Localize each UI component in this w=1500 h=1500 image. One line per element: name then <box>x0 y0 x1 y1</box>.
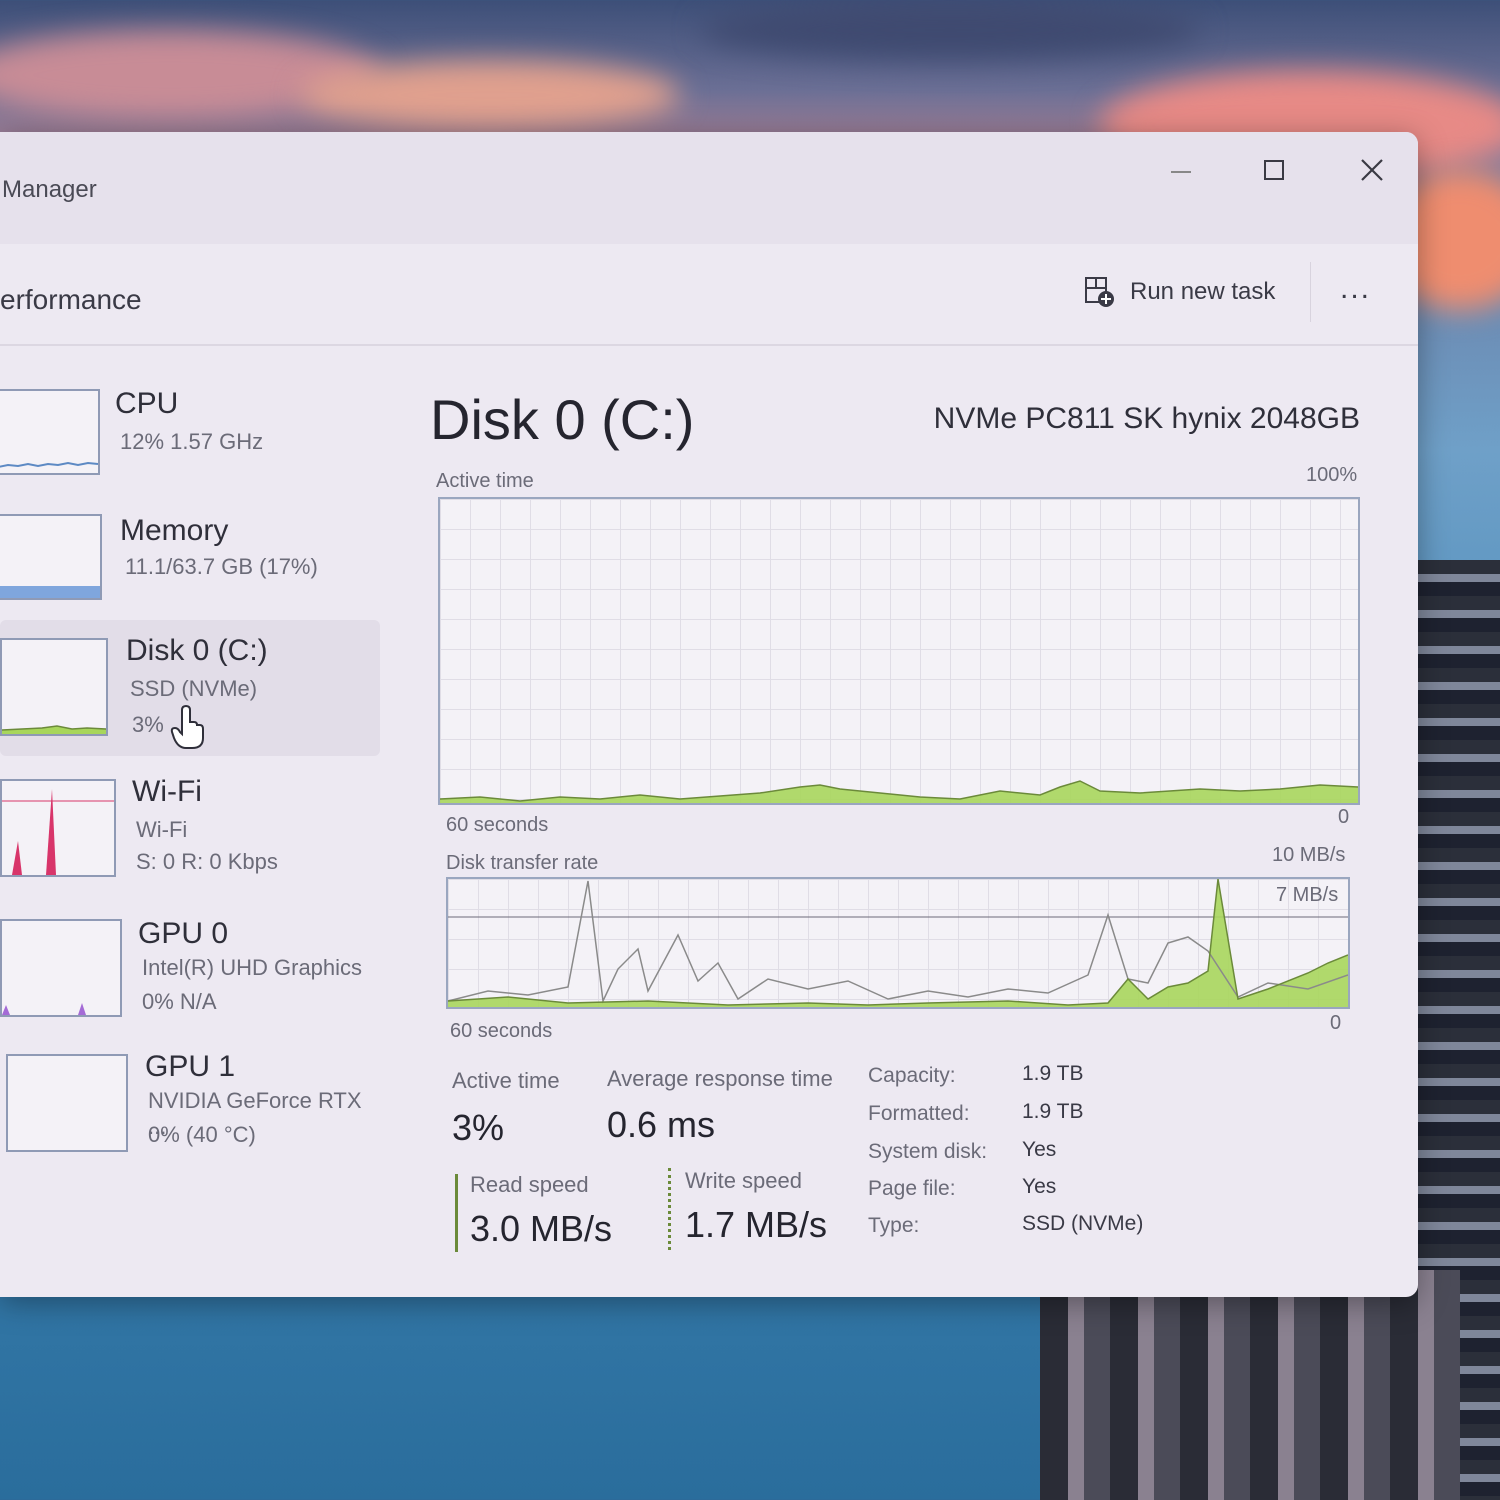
type-label: Type: <box>868 1214 920 1237</box>
sidebar-item-usage: 3% <box>132 712 164 737</box>
active-time-graph-label: Active time <box>436 470 534 492</box>
sidebar-item-detail: 11.1/63.7 GB (17%) <box>125 554 318 579</box>
avg-response-value: 0.6 ms <box>607 1104 716 1145</box>
read-speed-label: Read speed <box>470 1172 589 1197</box>
sidebar-item-usage: 0% N/A <box>142 989 217 1014</box>
write-speed-divider <box>668 1168 671 1250</box>
gpu1-thumbnail-graph <box>6 1054 128 1152</box>
read-speed-value: 3.0 MB/s <box>470 1208 613 1249</box>
sidebar-item-label: Disk 0 (C:) <box>126 634 268 667</box>
disk-title: Disk 0 (C:) <box>430 388 695 451</box>
transfer-rate-graph-label: Disk transfer rate <box>446 852 599 874</box>
sky-cloud <box>700 0 1200 60</box>
sidebar-item-usage: S: 0 R: 0 Kbps <box>136 849 278 874</box>
sidebar-item-detail: SSD (NVMe) <box>130 676 258 701</box>
close-icon <box>1361 159 1383 181</box>
sidebar-item-label: Wi-Fi <box>132 775 202 808</box>
write-speed-label: Write speed <box>685 1168 802 1193</box>
pier-image <box>1040 1270 1460 1500</box>
sidebar-item-wifi[interactable]: Wi-Fi Wi-Fi S: 0 R: 0 Kbps <box>0 767 380 897</box>
active-time-graph-max: 100% <box>1306 464 1358 486</box>
page-file-label: Page file: <box>868 1177 956 1200</box>
sidebar-item-detail: 12% 1.57 GHz <box>120 429 264 454</box>
gpu0-thumbnail-graph <box>0 919 122 1017</box>
run-new-task-label: Run new task <box>1130 278 1276 305</box>
formatted-value: 1.9 TB <box>1022 1100 1084 1123</box>
maximize-button[interactable] <box>1248 144 1300 196</box>
run-task-icon <box>1085 277 1114 307</box>
task-manager-window: Manager erformance Run new task ... CPU … <box>0 132 1418 1297</box>
sky-cloud <box>300 60 680 130</box>
transfer-rate-marker: 7 MB/s <box>1276 884 1339 906</box>
transfer-rate-graph-duration: 60 seconds <box>450 1020 553 1042</box>
avg-response-label: Average response time <box>607 1066 833 1091</box>
hand-cursor-icon <box>170 704 204 749</box>
active-time-value: 3% <box>452 1107 505 1148</box>
system-disk-value: Yes <box>1022 1138 1057 1161</box>
type-value: SSD (NVMe) <box>1022 1212 1144 1235</box>
transfer-rate-graph-min: 0 <box>1330 1012 1342 1034</box>
active-time-graph-duration: 60 seconds <box>446 814 549 836</box>
sidebar-item-gpu-1[interactable]: GPU 1 NVIDIA GeForce RTX ... 0% (40 °C) <box>0 1042 380 1172</box>
active-time-graph-min: 0 <box>1338 806 1350 828</box>
more-options-button[interactable]: ... <box>1340 272 1371 306</box>
sidebar-item-gpu-0[interactable]: GPU 0 Intel(R) UHD Graphics 0% N/A <box>0 907 380 1037</box>
disk-thumbnail-graph <box>0 638 108 736</box>
memory-thumbnail-graph <box>0 514 102 600</box>
capacity-value: 1.9 TB <box>1022 1062 1084 1085</box>
run-new-task-button[interactable]: Run new task <box>1084 272 1275 312</box>
system-disk-label: System disk: <box>868 1140 988 1163</box>
read-speed-divider <box>455 1174 458 1252</box>
sidebar-item-label: GPU 0 <box>138 917 229 950</box>
page-file-value: Yes <box>1022 1175 1057 1198</box>
disk-model: NVMe PC811 SK hynix 2048GB <box>933 402 1360 435</box>
sidebar-item-cpu[interactable]: CPU 12% 1.57 GHz <box>0 377 380 507</box>
transfer-rate-graph-max: 10 MB/s <box>1272 844 1346 866</box>
page-title: erformance <box>0 284 142 315</box>
sidebar-item-detail: Wi-Fi <box>136 817 188 842</box>
sidebar-item-memory[interactable]: Memory 11.1/63.7 GB (17%) <box>0 502 380 632</box>
wifi-thumbnail-graph <box>0 779 116 877</box>
sidebar-item-detail: Intel(R) UHD Graphics <box>142 955 363 980</box>
maximize-icon <box>1264 160 1284 180</box>
cpu-thumbnail-graph <box>0 389 100 475</box>
sidebar-item-label: Memory <box>120 514 229 547</box>
close-button[interactable] <box>1346 144 1398 196</box>
active-time-graph <box>438 497 1360 805</box>
divider <box>1310 262 1311 322</box>
capacity-label: Capacity: <box>868 1064 956 1087</box>
minimize-button[interactable] <box>1155 144 1207 196</box>
formatted-label: Formatted: <box>868 1102 970 1125</box>
write-speed-value: 1.7 MB/s <box>685 1204 828 1245</box>
sidebar-item-usage: 0% (40 °C) <box>148 1122 256 1147</box>
window-title: Manager <box>2 176 97 203</box>
active-time-label: Active time <box>452 1068 560 1093</box>
memory-usage-fill <box>0 586 100 598</box>
sidebar-item-label: CPU <box>115 387 179 420</box>
transfer-rate-graph <box>446 877 1350 1009</box>
sidebar-item-label: GPU 1 <box>145 1050 236 1083</box>
minimize-icon <box>1171 171 1191 173</box>
sidebar-item-disk-0[interactable]: Disk 0 (C:) SSD (NVMe) 3% <box>0 620 380 756</box>
